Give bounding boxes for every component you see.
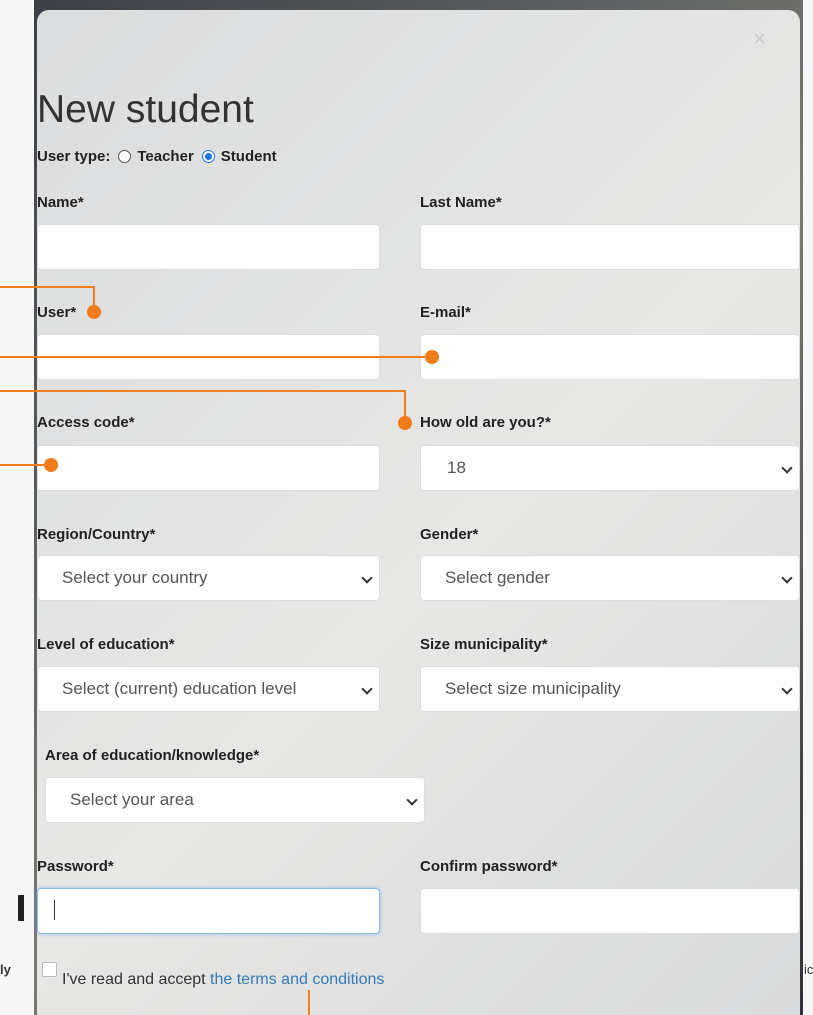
area-select[interactable]: Select your area: [45, 777, 425, 823]
user-type-label: User type:: [37, 148, 111, 165]
region-label: Region/Country*: [37, 526, 156, 543]
teacher-radio-label[interactable]: Teacher: [137, 148, 193, 165]
terms-text: I've read and accept the terms and condi…: [62, 971, 384, 989]
last-name-input[interactable]: [420, 224, 800, 270]
close-icon[interactable]: ×: [753, 28, 766, 50]
annotation-line-age-h: [0, 390, 406, 392]
region-select[interactable]: Select your country: [37, 555, 380, 601]
annotation-line-terms: [308, 990, 310, 1015]
user-type-group: User type: Teacher Student: [37, 148, 277, 165]
area-label: Area of education/knowledge*: [45, 747, 260, 764]
terms-link[interactable]: the terms and conditions: [210, 971, 384, 988]
confirm-password-input[interactable]: [420, 888, 800, 934]
annotation-dot-email: [425, 350, 439, 364]
password-label: Password*: [37, 858, 114, 875]
education-level-label: Level of education*: [37, 636, 175, 653]
name-input[interactable]: [37, 224, 380, 270]
password-input[interactable]: [37, 888, 380, 934]
annotation-dot-access: [44, 458, 58, 472]
text-caret: [54, 900, 55, 920]
annotation-dot-user: [87, 305, 101, 319]
terms-checkbox[interactable]: [42, 962, 57, 977]
background-text-left: ly: [0, 962, 11, 977]
confirm-password-label: Confirm password*: [420, 858, 558, 875]
background-mark: [18, 895, 24, 921]
education-level-select[interactable]: Select (current) education level: [37, 666, 380, 712]
page-right-margin: [803, 0, 813, 1015]
gender-select[interactable]: Select gender: [420, 555, 800, 601]
age-label: How old are you?*: [420, 414, 551, 431]
terms-label: I've read and accept: [62, 971, 206, 988]
access-code-input[interactable]: [37, 445, 380, 491]
gender-label: Gender*: [420, 526, 479, 543]
teacher-radio[interactable]: [118, 150, 132, 163]
annotation-line-user-h: [0, 286, 94, 288]
email-label: E-mail*: [420, 304, 471, 321]
email-input[interactable]: [420, 334, 800, 380]
new-student-modal: × New student User type: Teacher Student…: [37, 10, 800, 1015]
annotation-line-email: [0, 356, 432, 358]
annotation-line-age-v: [404, 390, 406, 418]
student-radio-label[interactable]: Student: [221, 148, 277, 165]
student-radio[interactable]: [201, 150, 215, 163]
annotation-line-access: [0, 464, 50, 466]
user-label: User*: [37, 304, 77, 321]
background-text-right: ic: [804, 962, 813, 977]
page-left-margin: [0, 0, 34, 1015]
name-label: Name*: [37, 194, 84, 211]
annotation-dot-age: [398, 416, 412, 430]
last-name-label: Last Name*: [420, 194, 502, 211]
municipality-select[interactable]: Select size municipality: [420, 666, 800, 712]
municipality-label: Size municipality*: [420, 636, 548, 653]
modal-title: New student: [37, 88, 254, 131]
age-select[interactable]: 18: [420, 445, 800, 491]
access-code-label: Access code*: [37, 414, 135, 431]
